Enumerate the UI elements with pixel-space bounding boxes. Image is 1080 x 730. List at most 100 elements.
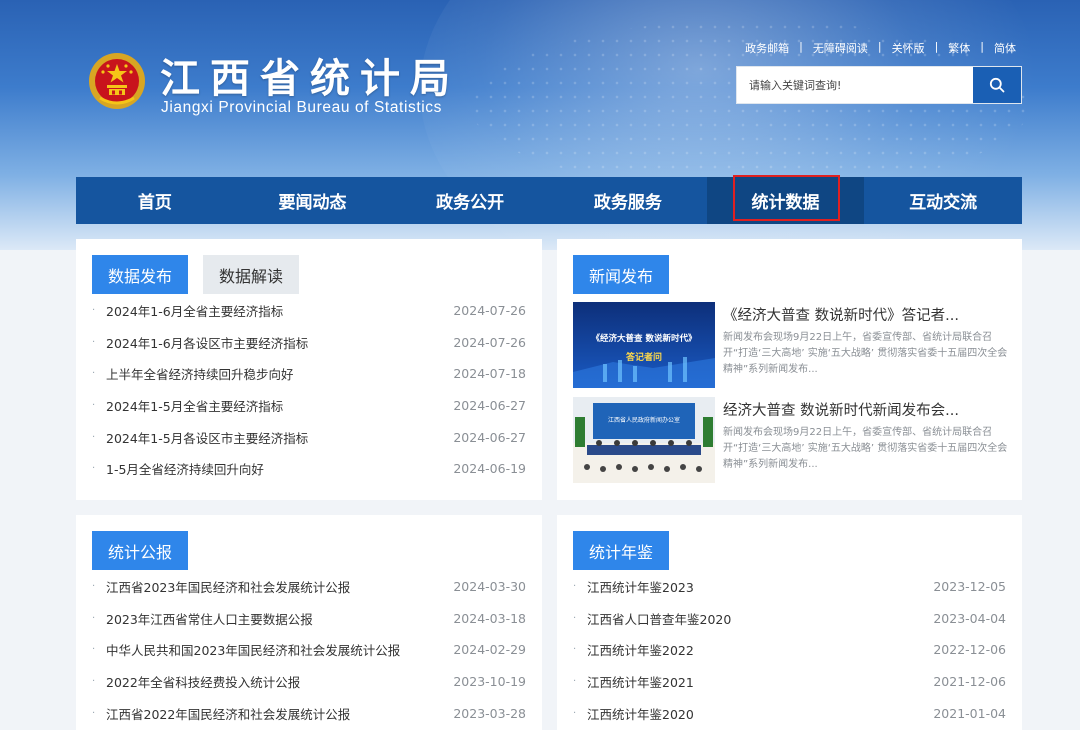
list-item[interactable]: · 中华人民共和国2023年国民经济和社会发展统计公报 2024-02-29 — [92, 634, 526, 666]
nav-item-interaction[interactable]: 互动交流 — [864, 177, 1022, 224]
nav-item-statistics-data[interactable]: 统计数据 — [706, 175, 865, 224]
item-title: 2023年江西省常住人口主要数据公报 — [106, 611, 313, 627]
item-title: 1-5月全省经济持续回升向好 — [106, 462, 264, 478]
list-item[interactable]: · 2024年1-5月全省主要经济指标 2024-06-27 — [92, 390, 526, 422]
top-links: 政务邮箱 | 无障碍阅读 | 关怀版 | 繁体 | 简体 — [745, 40, 1016, 56]
item-date: 2024-06-27 — [453, 429, 526, 445]
search-icon — [989, 77, 1005, 93]
item-date: 2024-07-26 — [453, 303, 526, 319]
item-date: 2024-07-26 — [453, 334, 526, 350]
list-item[interactable]: · 江西统计年鉴2020 2021-01-04 — [573, 697, 1006, 729]
list-item[interactable]: · 2024年1-5月各设区市主要经济指标 2024-06-27 — [92, 421, 526, 453]
item-title: 中华人民共和国2023年国民经济和社会发展统计公报 — [106, 643, 401, 659]
news-panel: 新闻发布 《经济大普查 数说新时代》 答记者问 《经济大普查 数说新时代》答记者… — [557, 239, 1022, 500]
item-date: 2023-12-05 — [933, 579, 1006, 595]
bullet-icon: · — [573, 612, 577, 624]
separator: | — [799, 40, 803, 53]
news-title: 《经济大普查 数说新时代》答记者... — [723, 308, 959, 324]
nav-item-home[interactable]: 首页 — [76, 177, 234, 224]
list-item[interactable]: · 江西统计年鉴2021 2021-12-06 — [573, 666, 1006, 698]
search-button[interactable] — [973, 67, 1021, 103]
tab-data-release[interactable]: 数据发布 — [92, 255, 189, 294]
list-item[interactable]: · 江西统计年鉴2022 2022-12-06 — [573, 634, 1006, 666]
separator: | — [934, 40, 939, 53]
list-item[interactable]: · 1-5月全省经济持续回升向好 2024-06-19 — [92, 453, 526, 485]
thumbnail-caption: 答记者问 — [625, 353, 662, 363]
news-title: 经济大普查 数说新时代新闻发布会... — [723, 403, 959, 419]
item-title: 2024年1-6月全省主要经济指标 — [106, 304, 284, 320]
item-date: 2023-03-28 — [453, 705, 526, 721]
nav-item-news[interactable]: 要闻动态 — [234, 177, 392, 224]
item-date: 2021-01-04 — [933, 705, 1006, 721]
list-item[interactable]: · 2022年全省科技经费投入统计公报 2023-10-19 — [92, 666, 526, 698]
list-item[interactable]: · 江西省2023年国民经济和社会发展统计公报 2024-03-30 — [92, 571, 526, 603]
list-item[interactable]: · 江西省人口普查年鉴2020 2023-04-04 — [573, 603, 1006, 635]
top-link-simplified[interactable]: 简体 — [994, 40, 1016, 56]
item-date: 2024-06-19 — [453, 461, 526, 477]
site-subtitle: Jiangxi Provincial Bureau of Statistics — [161, 99, 442, 116]
data-release-list: · 2024年1-6月全省主要经济指标 2024-07-26 · 2024年1-6月各… — [92, 295, 526, 485]
tab-statistical-bulletin[interactable]: 统计公报 — [92, 531, 189, 570]
news-summary: 新闻发布会现场9月22日上午，省委宣传部、省统计局联合召开“打造‘三大高地’ 实… — [723, 427, 1008, 470]
bullet-icon: · — [92, 707, 96, 719]
bullet-icon: · — [573, 676, 577, 688]
news-thumbnail: 《经济大普查 数说新时代》 答记者问 — [573, 302, 715, 388]
news-thumbnail: 江西省人民政府新闻办公室 — [573, 397, 715, 483]
news-item[interactable]: 《经济大普查 数说新时代》 答记者问 《经济大普查 数说新时代》答记者... 新… — [573, 302, 1008, 388]
bullet-icon: · — [92, 644, 96, 656]
list-item[interactable]: · 2024年1-6月各设区市主要经济指标 2024-07-26 — [92, 327, 526, 359]
search-input[interactable] — [737, 67, 975, 103]
bullet-icon: · — [92, 463, 96, 475]
top-link-care-version[interactable]: 关怀版 — [892, 40, 925, 56]
top-link-accessibility[interactable]: 无障碍阅读 — [813, 40, 868, 56]
nav-item-government-affairs[interactable]: 政务公开 — [391, 177, 549, 224]
top-link-traditional[interactable]: 繁体 — [948, 40, 970, 56]
item-title: 上半年全省经济持续回升稳步向好 — [106, 367, 294, 383]
news-summary: 新闻发布会现场9月22日上午，省委宣传部、省统计局联合召开“打造‘三大高地’ 实… — [723, 332, 1008, 375]
item-date: 2023-10-19 — [453, 674, 526, 690]
bullet-icon: · — [92, 612, 96, 624]
site-title: 江西省统计局 — [160, 55, 460, 102]
item-date: 2024-03-30 — [453, 579, 526, 595]
item-date: 2023-04-04 — [933, 610, 1006, 626]
item-date: 2024-03-18 — [453, 610, 526, 626]
news-item[interactable]: 江西省人民政府新闻办公室 经济大普查 数说新时代新闻发布会... 新闻发布会现场… — [573, 397, 1008, 483]
separator: | — [877, 40, 882, 53]
tab-data-interpretation[interactable]: 数据解读 — [203, 255, 300, 294]
bullet-icon: · — [92, 400, 96, 412]
bullet-icon: · — [573, 581, 577, 593]
item-title: 江西统计年鉴2023 — [587, 580, 694, 596]
item-title: 江西省2023年国民经济和社会发展统计公报 — [106, 580, 351, 596]
bullet-icon: · — [92, 431, 96, 443]
separator: | — [980, 40, 984, 53]
nav-item-government-services[interactable]: 政务服务 — [549, 177, 707, 224]
national-emblem-icon — [89, 53, 145, 109]
list-item[interactable]: · 上半年全省经济持续回升稳步向好 2024-07-18 — [92, 358, 526, 390]
bullet-icon: · — [92, 336, 96, 348]
tab-news-release[interactable]: 新闻发布 — [573, 255, 670, 294]
bullet-icon: · — [573, 644, 577, 656]
item-title: 江西省2022年国民经济和社会发展统计公报 — [106, 706, 351, 722]
item-date: 2024-06-27 — [453, 398, 526, 414]
item-date: 2024-07-18 — [453, 366, 526, 382]
item-title: 江西省人口普查年鉴2020 — [587, 611, 732, 627]
yearbook-panel: 统计年鉴 · 江西统计年鉴2023 2023-12-05 · 江西省人口普查年鉴202… — [557, 515, 1022, 730]
tab-statistical-yearbook[interactable]: 统计年鉴 — [573, 531, 670, 570]
item-title: 江西统计年鉴2021 — [587, 675, 694, 691]
bullet-icon: · — [92, 368, 96, 380]
item-date: 2021-12-06 — [933, 674, 1006, 690]
thumbnail-caption: 江西省人民政府新闻办公室 — [607, 417, 680, 424]
list-item[interactable]: · 2023年江西省常住人口主要数据公报 2024-03-18 — [92, 603, 526, 635]
item-title: 2022年全省科技经费投入统计公报 — [106, 675, 301, 691]
top-link-mailbox[interactable]: 政务邮箱 — [745, 40, 789, 56]
item-title: 2024年1-6月各设区市主要经济指标 — [106, 335, 309, 351]
list-item[interactable]: · 江西省2022年国民经济和社会发展统计公报 2023-03-28 — [92, 697, 526, 729]
thumbnail-caption: 《经济大普查 数说新时代》 — [591, 334, 697, 344]
item-title: 2024年1-5月各设区市主要经济指标 — [106, 430, 309, 446]
item-date: 2024-02-29 — [453, 642, 526, 658]
bullet-icon: · — [92, 581, 96, 593]
item-title: 江西统计年鉴2020 — [587, 706, 694, 722]
search-box — [736, 66, 1022, 104]
list-item[interactable]: · 江西统计年鉴2023 2023-12-05 — [573, 571, 1006, 603]
list-item[interactable]: · 2024年1-6月全省主要经济指标 2024-07-26 — [92, 295, 526, 327]
